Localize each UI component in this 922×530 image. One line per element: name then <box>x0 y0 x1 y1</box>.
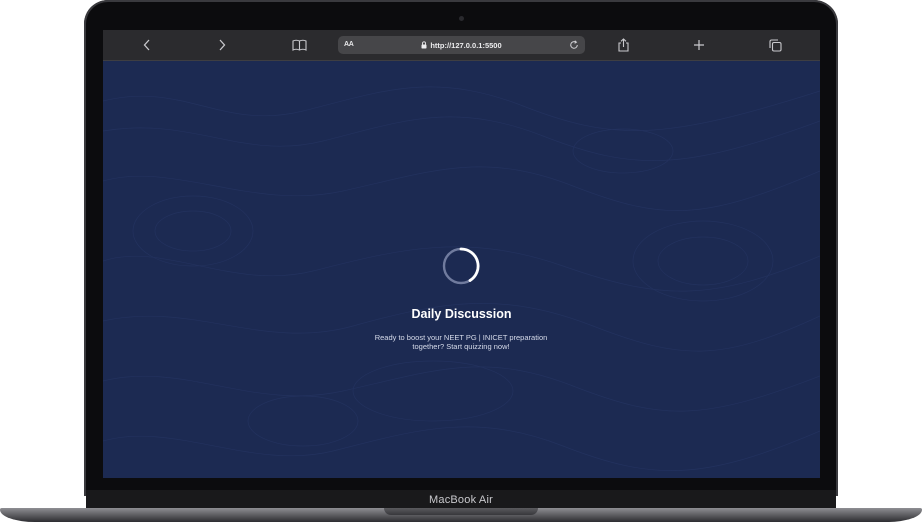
loading-spinner <box>442 247 480 285</box>
browser-window: AA http://127.0.0.1:5500 Daily Discussio… <box>103 30 820 478</box>
new-tab-button[interactable] <box>687 30 711 60</box>
laptop-hinge-notch <box>384 508 538 515</box>
back-button[interactable] <box>135 30 159 60</box>
reader-button[interactable] <box>287 30 311 60</box>
forward-button[interactable] <box>210 30 234 60</box>
camera <box>459 16 464 21</box>
url-text: http://127.0.0.1:5500 <box>430 40 502 50</box>
laptop-mockup: AA http://127.0.0.1:5500 Daily Discussio… <box>0 0 922 530</box>
laptop-chin: MacBook Air <box>86 490 836 510</box>
page-content: Daily Discussion Ready to boost your NEE… <box>103 61 820 478</box>
tabs-overview-button[interactable] <box>763 30 787 60</box>
lock-icon <box>421 41 427 49</box>
browser-toolbar: AA http://127.0.0.1:5500 <box>103 30 820 61</box>
device-label: MacBook Air <box>429 494 493 506</box>
address-bar[interactable]: AA http://127.0.0.1:5500 <box>338 36 585 54</box>
back-icon <box>143 39 150 51</box>
page-title: Daily Discussion <box>411 307 512 321</box>
page-subtitle: Ready to boost your NEET PG | INICET pre… <box>374 333 548 351</box>
url-display: http://127.0.0.1:5500 <box>338 36 585 54</box>
share-button[interactable] <box>611 30 635 60</box>
tabs-overview-icon <box>768 38 782 52</box>
reload-button[interactable] <box>568 39 580 51</box>
reader-book-icon <box>291 39 307 51</box>
reload-icon <box>570 40 578 49</box>
share-icon <box>617 38 629 52</box>
forward-icon <box>219 39 226 51</box>
new-tab-icon <box>694 40 704 50</box>
